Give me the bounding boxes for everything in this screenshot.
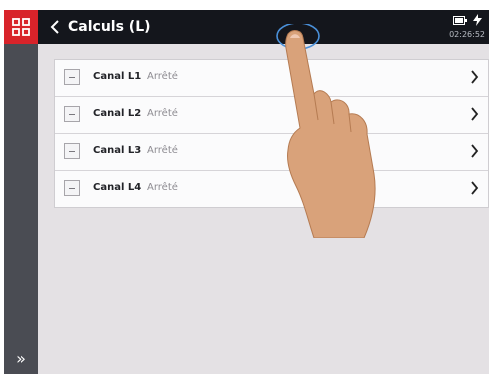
channel-name: Canal L2 (93, 108, 142, 119)
chevron-right-icon[interactable] (470, 144, 479, 158)
app-window: Calculs (L) 02:26:52 » Canal L1 Arrêté C… (4, 10, 489, 374)
channel-row-l2[interactable]: Canal L2 Arrêté (55, 97, 488, 134)
channel-status: Arrêté (147, 182, 178, 193)
channel-name: Canal L4 (93, 182, 142, 193)
minus-icon (69, 114, 75, 115)
back-button[interactable]: Calculs (L) (50, 16, 151, 38)
channel-row-l1[interactable]: Canal L1 Arrêté (55, 60, 488, 97)
channel-list: Canal L1 Arrêté Canal L2 Arrêté Canal L3… (54, 59, 489, 208)
status-area: 02:26:52 (433, 14, 485, 42)
page-title: Calculs (L) (68, 19, 151, 35)
minus-icon (69, 151, 75, 152)
battery-icon (453, 16, 467, 25)
lightning-icon (473, 14, 482, 26)
channel-status: Arrêté (147, 145, 178, 156)
double-chevron-right-icon: » (16, 349, 26, 368)
channel-row-l3[interactable]: Canal L3 Arrêté (55, 134, 488, 171)
collapse-toggle[interactable] (64, 143, 80, 159)
collapse-toggle[interactable] (64, 180, 80, 196)
clock: 02:26:52 (449, 30, 485, 39)
channel-name: Canal L1 (93, 71, 142, 82)
channel-name: Canal L3 (93, 145, 142, 156)
expand-sidebar-button[interactable]: » (10, 350, 32, 368)
apps-menu-button[interactable] (4, 10, 38, 44)
grid-icon (12, 18, 30, 36)
sidebar: » (4, 44, 38, 374)
chevron-right-icon[interactable] (470, 70, 479, 84)
channel-status: Arrêté (147, 108, 178, 119)
channel-row-l4[interactable]: Canal L4 Arrêté (55, 171, 488, 207)
chevron-right-icon[interactable] (470, 107, 479, 121)
chevron-left-icon (50, 20, 59, 34)
pointing-hand-overlay (276, 24, 376, 238)
top-bar: Calculs (L) 02:26:52 (4, 10, 489, 44)
minus-icon (69, 77, 75, 78)
minus-icon (69, 188, 75, 189)
channel-status: Arrêté (147, 71, 178, 82)
hand-icon (285, 30, 376, 238)
collapse-toggle[interactable] (64, 69, 80, 85)
collapse-toggle[interactable] (64, 106, 80, 122)
chevron-right-icon[interactable] (470, 181, 479, 195)
